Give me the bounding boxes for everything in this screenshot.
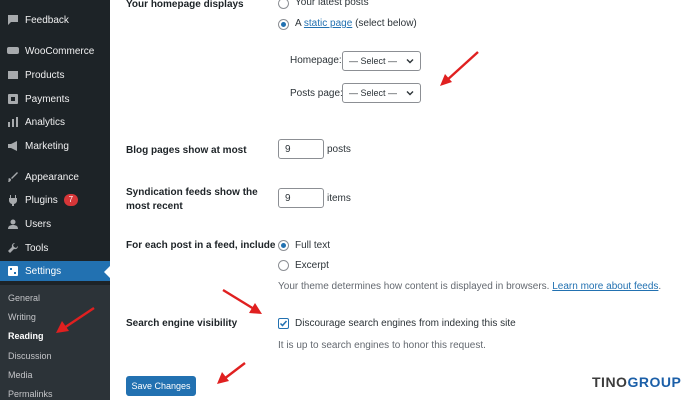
annotation-arrow-reading xyxy=(56,307,95,333)
blog-pages-input[interactable]: 9 xyxy=(278,139,324,159)
syndication-input[interactable]: 9 xyxy=(278,188,324,208)
save-changes-button[interactable]: Save Changes xyxy=(126,376,196,396)
menu-item-settings[interactable]: Settings xyxy=(0,261,110,281)
menu-label: Tools xyxy=(25,242,49,254)
logo-part1: TINO xyxy=(592,374,628,390)
submenu-reading[interactable]: Reading xyxy=(8,331,44,341)
menu-item-payments[interactable]: Payments xyxy=(0,89,110,109)
menu-item-marketing[interactable]: Marketing xyxy=(0,136,110,156)
annotation-arrow-save xyxy=(217,362,246,384)
submenu-general[interactable]: General xyxy=(8,293,40,303)
settings-submenu: General Writing Reading Discussion Media… xyxy=(0,285,110,400)
learn-more-feeds-link[interactable]: Learn more about feeds xyxy=(552,281,658,292)
menu-item-woocommerce[interactable]: WooCommerce xyxy=(0,41,110,61)
menu-label: Analytics xyxy=(25,116,66,128)
static-page-link[interactable]: static page xyxy=(304,18,352,29)
posts-page-select[interactable]: — Select — xyxy=(342,83,421,103)
menu-item-feedback[interactable]: Feedback xyxy=(0,10,110,30)
radio-static-page-label: A static page (select below) xyxy=(295,18,417,29)
search-visibility-label: Search engine visibility xyxy=(126,318,238,329)
syndication-label-line1: Syndication feeds show the xyxy=(126,187,258,198)
homepage-select-value: — Select — xyxy=(349,56,398,66)
payments-icon xyxy=(6,93,19,106)
annotation-arrow-checkbox xyxy=(222,288,262,314)
menu-item-analytics[interactable]: Analytics xyxy=(0,112,110,132)
radio-latest-posts[interactable] xyxy=(278,0,289,9)
tinogroup-logo: TINOGROUP xyxy=(592,374,681,390)
syndication-label: Syndication feeds show the most recent xyxy=(126,186,258,214)
feedback-icon xyxy=(6,14,19,27)
static-prefix: A xyxy=(295,18,302,29)
tools-icon xyxy=(6,242,19,255)
radio-latest-posts-label: Your latest posts xyxy=(295,0,369,8)
homepage-select-label: Homepage: xyxy=(290,55,342,66)
menu-label: Appearance xyxy=(25,171,79,183)
chevron-down-icon xyxy=(406,59,414,64)
menu-item-appearance[interactable]: Appearance xyxy=(0,167,110,187)
users-icon xyxy=(6,218,19,231)
homepage-displays-label: Your homepage displays xyxy=(126,0,244,10)
feed-help-text: Your theme determines how content is dis… xyxy=(278,281,661,292)
submenu-media[interactable]: Media xyxy=(8,370,33,380)
radio-static-page[interactable] xyxy=(278,19,289,30)
menu-label: Feedback xyxy=(25,14,69,26)
menu-label: Products xyxy=(25,69,65,81)
analytics-icon xyxy=(6,116,19,129)
submenu-writing[interactable]: Writing xyxy=(8,312,36,322)
logo-part2: GROUP xyxy=(627,374,682,390)
submenu-discussion[interactable]: Discussion xyxy=(8,351,52,361)
radio-full-text-label: Full text xyxy=(295,240,331,251)
menu-label: Users xyxy=(25,218,52,230)
search-help-text: It is up to search engines to honor this… xyxy=(278,340,486,351)
discourage-search-checkbox[interactable] xyxy=(278,318,289,329)
posts-page-select-value: — Select — xyxy=(349,88,398,98)
static-suffix: (select below) xyxy=(355,18,417,29)
menu-label: Marketing xyxy=(25,140,69,152)
admin-sidebar: Feedback WooCommerce Products Payments A… xyxy=(0,0,110,400)
feed-help-end: . xyxy=(658,281,662,292)
posts-page-select-label: Posts page: xyxy=(290,88,343,99)
appearance-icon xyxy=(6,171,19,184)
menu-label: Plugins xyxy=(25,194,58,206)
menu-item-tools[interactable]: Tools xyxy=(0,238,110,258)
radio-excerpt[interactable] xyxy=(278,260,289,271)
marketing-icon xyxy=(6,140,19,153)
blog-pages-unit: posts xyxy=(327,144,351,155)
blog-pages-label: Blog pages show at most xyxy=(126,145,247,156)
active-indicator xyxy=(104,266,110,278)
menu-item-users[interactable]: Users xyxy=(0,214,110,234)
chevron-down-icon xyxy=(406,91,414,96)
menu-item-plugins[interactable]: Plugins 7 xyxy=(0,190,110,210)
plugins-update-badge: 7 xyxy=(63,194,78,206)
homepage-select[interactable]: — Select — xyxy=(342,51,421,71)
discourage-search-label: Discourage search engines from indexing … xyxy=(295,318,516,329)
products-icon xyxy=(6,69,19,82)
woocommerce-icon xyxy=(6,45,19,58)
plugins-icon xyxy=(6,194,19,207)
radio-full-text[interactable] xyxy=(278,240,289,251)
menu-item-products[interactable]: Products xyxy=(0,65,110,85)
settings-icon xyxy=(6,265,19,278)
menu-label: Settings xyxy=(25,265,62,277)
menu-label: Payments xyxy=(25,93,70,105)
menu-label: WooCommerce xyxy=(25,45,95,57)
annotation-arrow-selects xyxy=(440,51,479,86)
syndication-unit: items xyxy=(327,193,351,204)
submenu-permalinks[interactable]: Permalinks xyxy=(8,389,53,399)
radio-excerpt-label: Excerpt xyxy=(295,260,329,271)
checkmark-icon xyxy=(279,320,288,327)
feed-help-copy: Your theme determines how content is dis… xyxy=(278,281,550,292)
feed-include-label: For each post in a feed, include xyxy=(126,240,276,251)
syndication-label-line2: most recent xyxy=(126,201,183,212)
